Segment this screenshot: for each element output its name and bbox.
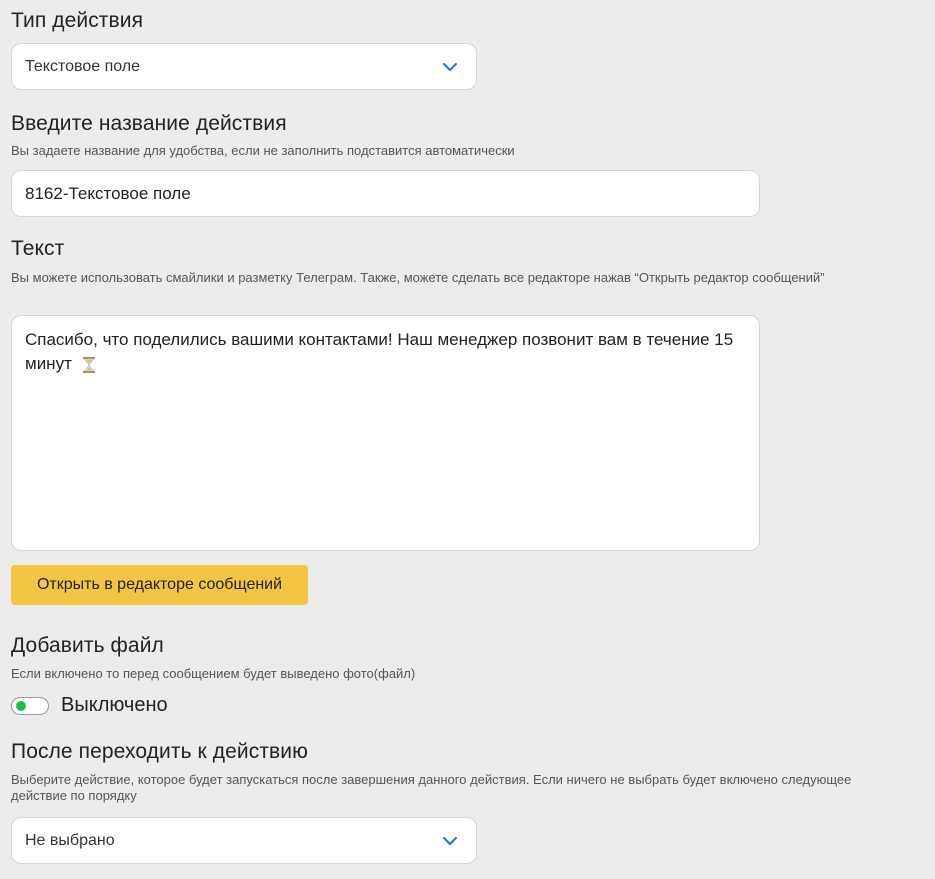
open-editor-button[interactable]: Открыть в редакторе сообщений: [11, 565, 308, 605]
action-type-value: Текстовое поле: [25, 57, 141, 75]
message-text: Спасибо, что поделились вашими контактам…: [25, 330, 734, 373]
message-textarea[interactable]: Спасибо, что поделились вашими контактам…: [11, 315, 760, 551]
chevron-down-icon: [443, 837, 457, 845]
chevron-down-icon: [443, 63, 457, 71]
add-file-toggle[interactable]: [11, 697, 49, 715]
text-hint: Вы можете использовать смайлики и размет…: [11, 270, 825, 285]
action-type-select[interactable]: Текстовое поле: [11, 43, 477, 90]
next-action-value: Не выбрано: [25, 831, 115, 849]
text-title: Текст: [11, 237, 65, 260]
next-action-hint: Выберите действие, которое будет запуска…: [11, 772, 852, 803]
action-name-hint: Вы задаете название для удобства, если н…: [11, 143, 515, 158]
toggle-knob: [16, 701, 26, 711]
add-file-toggle-label: Выключено: [61, 694, 168, 716]
action-type-title: Тип действия: [11, 9, 144, 32]
hourglass-icon: [82, 356, 95, 373]
add-file-title: Добавить файл: [11, 634, 164, 657]
action-name-title: Введите название действия: [11, 112, 287, 135]
action-name-input[interactable]: 8162-Текстовое поле: [11, 170, 760, 217]
add-file-hint: Если включено то перед сообщением будет …: [11, 666, 416, 681]
next-action-title: После переходить к действию: [11, 740, 308, 763]
next-action-select[interactable]: Не выбрано: [11, 817, 477, 864]
